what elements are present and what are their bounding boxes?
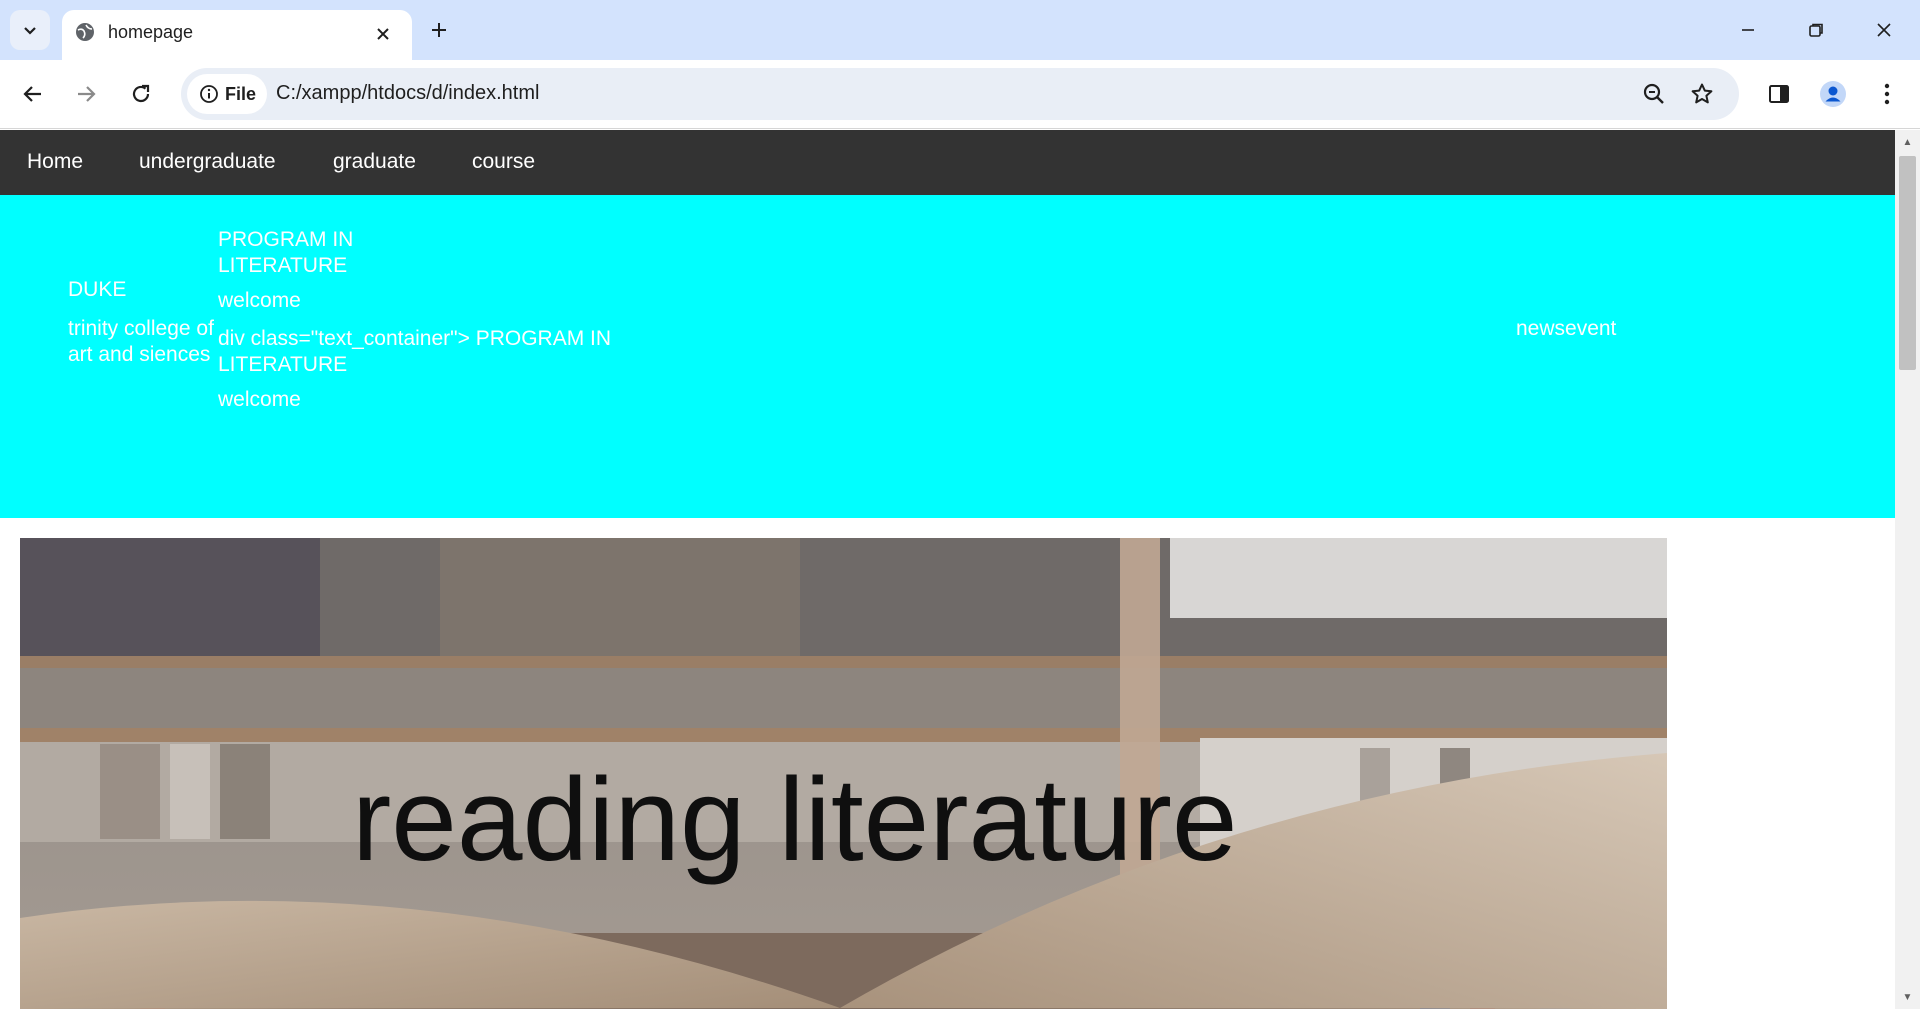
newsevent-label: newsevent <box>1516 317 1617 340</box>
close-window-button[interactable] <box>1850 0 1918 60</box>
minimize-button[interactable] <box>1714 0 1782 60</box>
restore-button[interactable] <box>1782 0 1850 60</box>
bookmark-button[interactable] <box>1686 78 1718 110</box>
duplicate-program-title-line2: LITERATURE <box>218 353 348 376</box>
duplicate-welcome-text: welcome <box>218 388 301 411</box>
side-panel-button[interactable] <box>1759 74 1799 114</box>
zoom-icon <box>1643 83 1664 104</box>
forward-button[interactable] <box>66 74 106 114</box>
arrow-left-icon <box>23 86 41 102</box>
browser-tab[interactable]: homepage <box>62 10 412 60</box>
site-chip-label: File <box>225 83 257 104</box>
banner-image: reading literature <box>20 538 1667 1009</box>
bookshelf-illustration: reading literature <box>20 538 1667 1009</box>
tab-strip: homepage <box>0 0 1920 60</box>
tab-title: homepage <box>108 22 194 42</box>
reload-button[interactable] <box>121 74 161 114</box>
close-icon <box>377 28 389 40</box>
restore-icon <box>1809 23 1823 37</box>
profile-button[interactable] <box>1813 74 1853 114</box>
nav-item-undergraduate[interactable]: undergraduate <box>139 150 276 174</box>
globe-icon <box>74 21 96 48</box>
profile-icon <box>1820 81 1846 107</box>
chevron-down-icon <box>24 27 36 35</box>
brand-name: DUKE <box>68 278 127 301</box>
tab-search-button[interactable] <box>10 10 50 50</box>
banner-caption: reading literature <box>352 754 1238 886</box>
tab-close-button[interactable] <box>368 19 398 49</box>
url-text[interactable]: C:/xampp/htdocs/d/index.html <box>276 82 539 105</box>
college-name-line2: art and siences <box>68 343 211 366</box>
site-nav: Home undergraduate graduate course <box>0 130 1895 195</box>
page-viewport: Home undergraduate graduate course DUKE … <box>0 130 1895 1009</box>
nav-item-graduate[interactable]: graduate <box>333 150 416 174</box>
scroll-down-icon[interactable]: ▼ <box>1895 987 1920 1007</box>
nav-item-home[interactable]: Home <box>27 150 83 174</box>
address-bar[interactable]: File C:/xampp/htdocs/d/index.html <box>181 68 1739 120</box>
close-icon <box>1877 23 1891 37</box>
browser-toolbar: File C:/xampp/htdocs/d/index.html <box>0 60 1920 129</box>
plus-icon <box>432 23 446 37</box>
duplicate-program-title-line1: div class="text_container"> PROGRAM IN <box>218 327 612 350</box>
new-tab-button[interactable] <box>423 14 455 46</box>
page-scrollbar[interactable]: ▲ ▼ <box>1895 130 1920 1009</box>
zoom-button[interactable] <box>1638 78 1670 110</box>
hero-header: DUKE trinity college of art and siences … <box>0 195 1895 518</box>
minimize-icon <box>1742 29 1754 31</box>
scroll-up-icon[interactable]: ▲ <box>1895 132 1920 152</box>
info-icon <box>200 85 218 103</box>
back-button[interactable] <box>13 74 53 114</box>
program-title-line1: PROGRAM IN <box>218 228 354 251</box>
program-title-line2: LITERATURE <box>218 254 348 277</box>
college-name-line1: trinity college of <box>68 317 214 340</box>
browser-menu-button[interactable] <box>1867 74 1907 114</box>
arrow-right-icon <box>78 86 96 102</box>
kebab-menu-icon <box>1884 83 1890 105</box>
star-icon <box>1691 83 1713 104</box>
side-panel-icon <box>1769 85 1789 103</box>
reload-icon <box>132 84 150 103</box>
welcome-text: welcome <box>218 289 301 312</box>
scroll-thumb[interactable] <box>1899 156 1916 370</box>
nav-item-course[interactable]: course <box>472 150 535 174</box>
site-info-chip[interactable]: File <box>187 74 267 114</box>
